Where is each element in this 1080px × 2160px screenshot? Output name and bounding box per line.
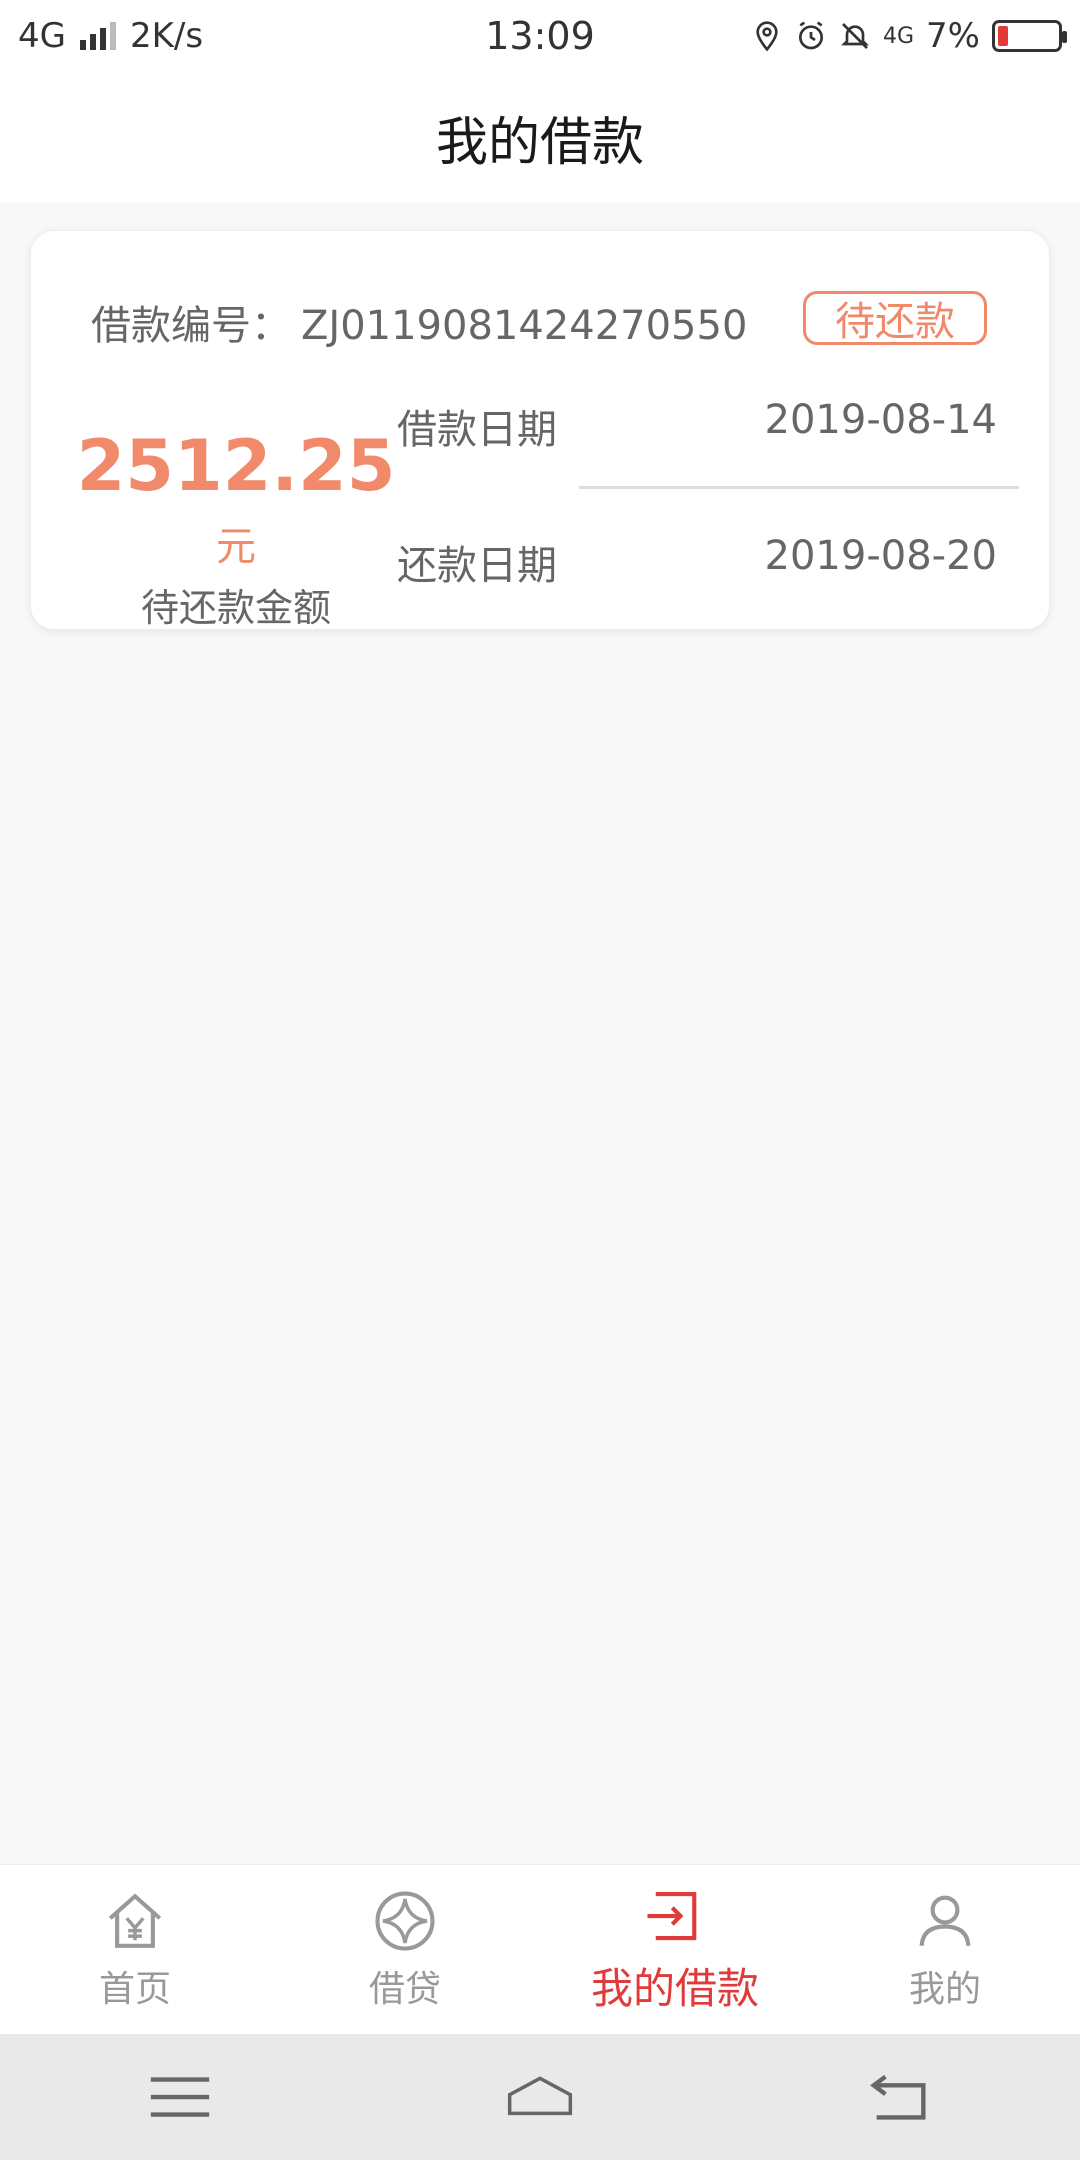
repay-date-value: 2019-08-20 (764, 533, 997, 579)
repay-date-label: 还款日期 (397, 543, 557, 589)
amount-block: 2512.25元 待还款金额 (71, 431, 401, 632)
mute-bell-icon (841, 23, 869, 49)
divider (579, 486, 1019, 489)
back-icon[interactable] (865, 2067, 935, 2127)
location-icon (756, 21, 778, 52)
battery-icon (992, 20, 1067, 52)
status-bar: 4G 2K/s 13:09 4G 7% (0, 0, 1080, 72)
loan-icon (375, 1890, 435, 1951)
page-title: 我的借款 (435, 112, 644, 173)
status-time: 13:09 (485, 14, 595, 58)
nav-label-my-loan: 我的借款 (590, 1964, 759, 2013)
nav-label-mine: 我的 (908, 1968, 981, 2010)
signal-icon (79, 22, 116, 50)
alarm-icon (799, 21, 823, 50)
loan-number: 借款编号： ZJ0119081424270550 (91, 293, 747, 351)
loan-number-label: 借款编号： (91, 303, 291, 349)
amount-label: 待还款金额 (140, 586, 331, 630)
nav-item-mine[interactable]: 我的 (810, 1865, 1080, 2034)
status-badge: 待还款 (803, 291, 987, 345)
status-left: 4G 2K/s (18, 16, 398, 56)
nav-item-loan[interactable]: 借贷 (270, 1865, 540, 2034)
system-nav (0, 2034, 1080, 2160)
user-icon (919, 1895, 971, 1946)
loan-date-label: 借款日期 (397, 407, 557, 453)
nav-label-loan: 借贷 (368, 1968, 441, 2010)
network-type: 4G (18, 16, 66, 56)
loan-date-value: 2019-08-14 (764, 397, 997, 443)
nav-item-home[interactable]: 首页 (0, 1865, 270, 2034)
repay-date-row: 还款日期 2019-08-20 (397, 533, 1037, 591)
amount-unit: 元 (216, 524, 256, 570)
bottom-nav: 首页 借贷 我的借款 我的 (0, 1864, 1080, 2034)
menu-icon[interactable] (145, 2067, 215, 2127)
status-right: 4G 7% (682, 16, 1067, 56)
my-loan-icon (647, 1891, 697, 1941)
mini-network: 4G (883, 23, 915, 49)
battery-fill (998, 26, 1008, 46)
home-icon (108, 1892, 162, 1948)
loan-card[interactable]: 借款编号： ZJ0119081424270550 待还款 2512.25元 待还款… (30, 230, 1050, 630)
nav-item-my-loan[interactable]: 我的借款 (540, 1865, 810, 2034)
network-speed: 2K/s (129, 16, 204, 56)
loan-date-row: 借款日期 2019-08-14 (397, 397, 1037, 455)
amount-value: 2512.25元 (71, 431, 401, 571)
home-button-icon[interactable] (505, 2067, 575, 2127)
app-header: 我的借款 (0, 72, 1080, 202)
battery-percent: 7% (926, 16, 980, 56)
nav-label-home: 首页 (98, 1968, 171, 2010)
loan-number-value: ZJ0119081424270550 (301, 303, 748, 349)
amount-number: 2512.25 (76, 425, 396, 507)
